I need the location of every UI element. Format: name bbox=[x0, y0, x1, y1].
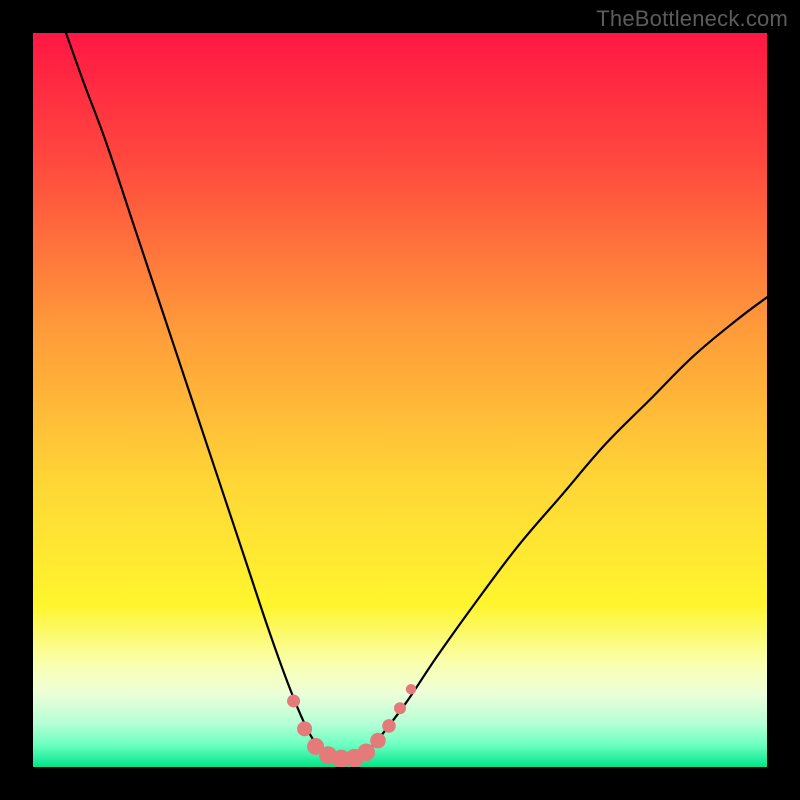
plot-area bbox=[33, 33, 767, 767]
data-marker bbox=[297, 721, 312, 736]
data-marker bbox=[370, 733, 386, 749]
data-marker bbox=[406, 684, 416, 694]
data-marker bbox=[394, 702, 406, 714]
watermark-text: TheBottleneck.com bbox=[596, 6, 788, 32]
chart-svg bbox=[33, 33, 767, 767]
data-marker bbox=[357, 744, 375, 762]
chart-container: TheBottleneck.com bbox=[0, 0, 800, 800]
data-marker bbox=[382, 719, 396, 733]
bottleneck-curve bbox=[66, 33, 767, 760]
data-markers bbox=[287, 684, 416, 767]
data-marker bbox=[287, 694, 300, 707]
